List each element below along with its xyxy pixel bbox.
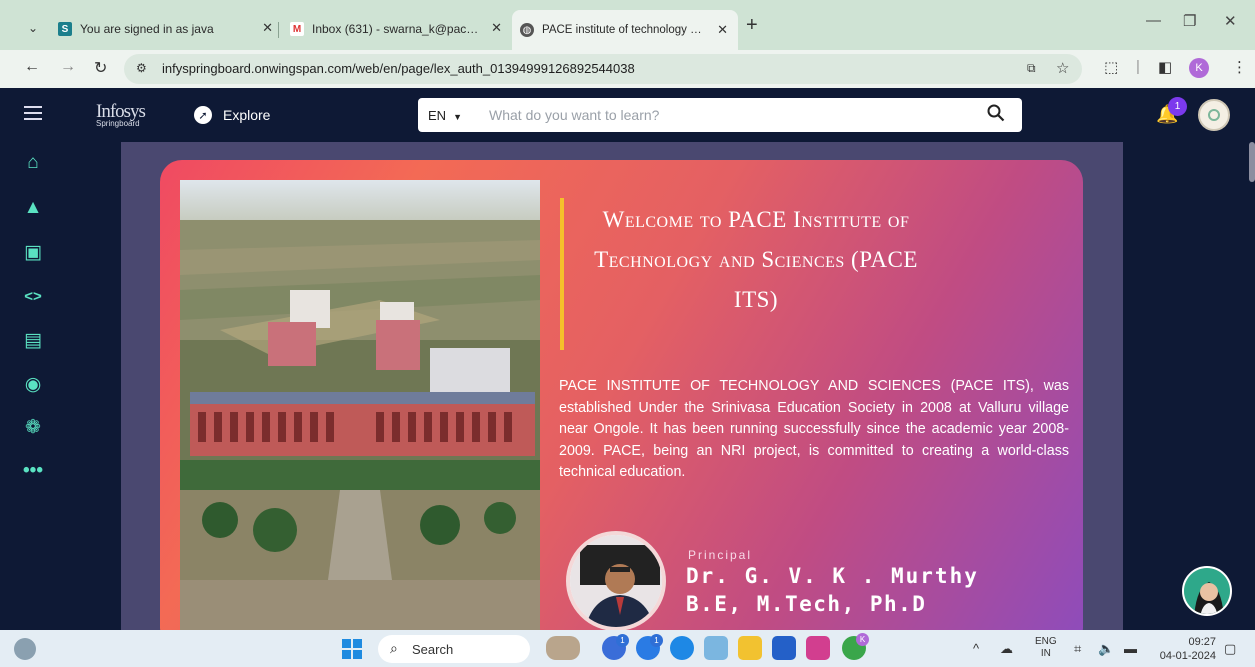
accent-bar: [560, 198, 564, 350]
tab-title: Inbox (631) - swarna_k@pace.a: [312, 22, 480, 36]
forward-button[interactable]: →: [60, 58, 76, 76]
more-icon[interactable]: •••: [22, 460, 44, 482]
url-text[interactable]: infyspringboard.onwingspan.com/web/en/pa…: [162, 61, 635, 76]
scrollbar-thumb[interactable]: [1249, 142, 1255, 182]
gmail-icon: M: [290, 22, 304, 36]
tab-title: PACE institute of technology an: [542, 24, 702, 36]
caret-down-icon: ▼: [453, 112, 462, 122]
search-icon[interactable]: [987, 104, 1005, 127]
new-tab-button[interactable]: +: [746, 14, 758, 37]
reload-button[interactable]: ↻: [94, 58, 107, 78]
compass-icon: ➚: [194, 106, 212, 124]
principal-degrees: B.E, M.Tech, Ph.D: [686, 592, 927, 616]
back-button[interactable]: ←: [24, 58, 40, 76]
network-icon[interactable]: ⌗: [1074, 641, 1081, 657]
search-box[interactable]: What do you want to learn?: [480, 98, 1022, 132]
site-info-icon[interactable]: ⚙: [136, 61, 147, 75]
lang-line2: IN: [1040, 648, 1051, 659]
input-language-indicator[interactable]: ENG IN: [1035, 636, 1057, 660]
close-window-button[interactable]: ✕: [1224, 12, 1237, 30]
campus-aerial-photo: [180, 180, 540, 640]
search-icon: ⌕: [390, 640, 398, 656]
principal-caption: Principal: [688, 548, 753, 562]
language-value: EN: [428, 108, 447, 123]
photos-app-icon[interactable]: [704, 636, 728, 660]
explore-button[interactable]: ➚ Explore: [194, 106, 270, 124]
side-panel-icon[interactable]: ◧: [1158, 58, 1172, 76]
volume-muted-icon[interactable]: 🔈: [1098, 641, 1114, 657]
weather-widget-icon[interactable]: [14, 638, 36, 660]
minimize-button[interactable]: —: [1146, 12, 1161, 29]
address-bar[interactable]: ⚙ infyspringboard.onwingspan.com/web/en/…: [124, 54, 1082, 84]
content-frame: Welcome to PACE Institute of Technology …: [121, 142, 1123, 650]
badge-icon[interactable]: ▣: [22, 242, 44, 264]
infosys-springboard-logo[interactable]: Infosys Springboard: [96, 102, 146, 128]
notifications-center-icon[interactable]: ▢: [1224, 641, 1236, 657]
user-avatar[interactable]: [1198, 99, 1230, 131]
code-icon[interactable]: <>: [22, 286, 44, 308]
battery-icon[interactable]: ▬: [1124, 641, 1137, 656]
clock-time: 09:27: [1188, 636, 1216, 648]
main-content: Welcome to PACE Institute of Technology …: [66, 142, 1255, 650]
tab-title: You are signed in as java: [80, 22, 214, 36]
community-icon[interactable]: ❁: [22, 417, 44, 439]
target-icon[interactable]: ◉: [22, 374, 44, 396]
explore-label: Explore: [223, 107, 271, 123]
tab-pace-active[interactable]: ◍ PACE institute of technology an ✕: [512, 10, 738, 50]
onedrive-icon[interactable]: ☁: [1000, 641, 1013, 657]
language-select[interactable]: EN ▼: [418, 98, 480, 132]
instagram-icon[interactable]: [806, 636, 830, 660]
taskbar-search[interactable]: ⌕ Search: [378, 635, 530, 663]
kebab-menu-icon[interactable]: ⋮: [1232, 58, 1247, 76]
extensions-icon[interactable]: ⬚: [1104, 58, 1118, 76]
app-badge: 1: [616, 634, 629, 647]
profile-avatar[interactable]: K: [1189, 58, 1209, 78]
app-header: Infosys Springboard ➚ Explore EN ▼ What d…: [0, 88, 1255, 142]
food-widget-icon[interactable]: [546, 636, 580, 660]
globe-icon: ◍: [520, 23, 534, 37]
tab-divider: [278, 22, 279, 38]
search-input[interactable]: What do you want to learn?: [489, 107, 659, 123]
principal-name: Dr. G. V. K . Murthy: [686, 564, 979, 588]
chat-icon[interactable]: ▤: [22, 330, 44, 352]
chat-assistant-avatar[interactable]: [1182, 566, 1232, 616]
file-explorer-icon[interactable]: [738, 636, 762, 660]
tab-search-button[interactable]: ⌄: [22, 18, 44, 38]
institute-description: PACE INSTITUTE OF TECHNOLOGY AND SCIENCE…: [559, 378, 1069, 481]
hamburger-menu-icon[interactable]: [24, 106, 42, 124]
home-icon[interactable]: ⌂: [22, 152, 44, 174]
profile-badge: K: [856, 633, 869, 646]
edge-browser-icon[interactable]: [670, 636, 694, 660]
store-app-icon[interactable]: [772, 636, 796, 660]
toolbar-divider: |: [1136, 58, 1140, 75]
tab-springboard[interactable]: S You are signed in as java ✕: [58, 16, 273, 42]
clock-date: 04-01-2024: [1159, 650, 1216, 662]
install-app-icon[interactable]: ⧉: [1027, 61, 1036, 76]
close-icon[interactable]: ✕: [491, 20, 502, 36]
welcome-title: Welcome to PACE Institute of Technology …: [594, 207, 918, 312]
restore-button[interactable]: ❐: [1183, 12, 1196, 30]
browser-tabstrip: ⌄ S You are signed in as java ✕ M Inbox …: [0, 0, 1255, 50]
tab-gmail[interactable]: M Inbox (631) - swarna_k@pace.a ✕: [290, 16, 502, 42]
taskbar-search-label: Search: [412, 642, 454, 657]
logo-subtext: Springboard: [96, 119, 140, 128]
principal-photo: [566, 531, 666, 631]
close-icon[interactable]: ✕: [262, 20, 273, 36]
system-clock[interactable]: 09:27 04-01-2024: [1152, 635, 1216, 663]
bookmark-star-icon[interactable]: ☆: [1056, 59, 1069, 77]
welcome-card: Welcome to PACE Institute of Technology …: [160, 160, 1083, 650]
screen: ⌄ S You are signed in as java ✕ M Inbox …: [0, 0, 1255, 667]
left-nav-rail: ⌂ ▲ ▣ <> ▤ ◉ ❁ •••: [0, 142, 66, 630]
lang-line1: ENG: [1035, 636, 1057, 647]
close-icon[interactable]: ✕: [717, 22, 728, 38]
tab-favicon: S: [58, 22, 72, 36]
windows-taskbar: ⌕ Search 1 1 K ^ ☁ ENG IN ⌗ 🔈 ▬ 09:27 04…: [0, 630, 1255, 667]
start-button[interactable]: [342, 639, 362, 659]
navigation-icon[interactable]: ▲: [22, 197, 44, 219]
notification-badge: 1: [1168, 97, 1187, 116]
app-badge: 1: [650, 634, 663, 647]
browser-toolbar: ← → ↻ ⚙ infyspringboard.onwingspan.com/w…: [0, 50, 1255, 88]
chevron-up-icon[interactable]: ^: [973, 641, 979, 656]
